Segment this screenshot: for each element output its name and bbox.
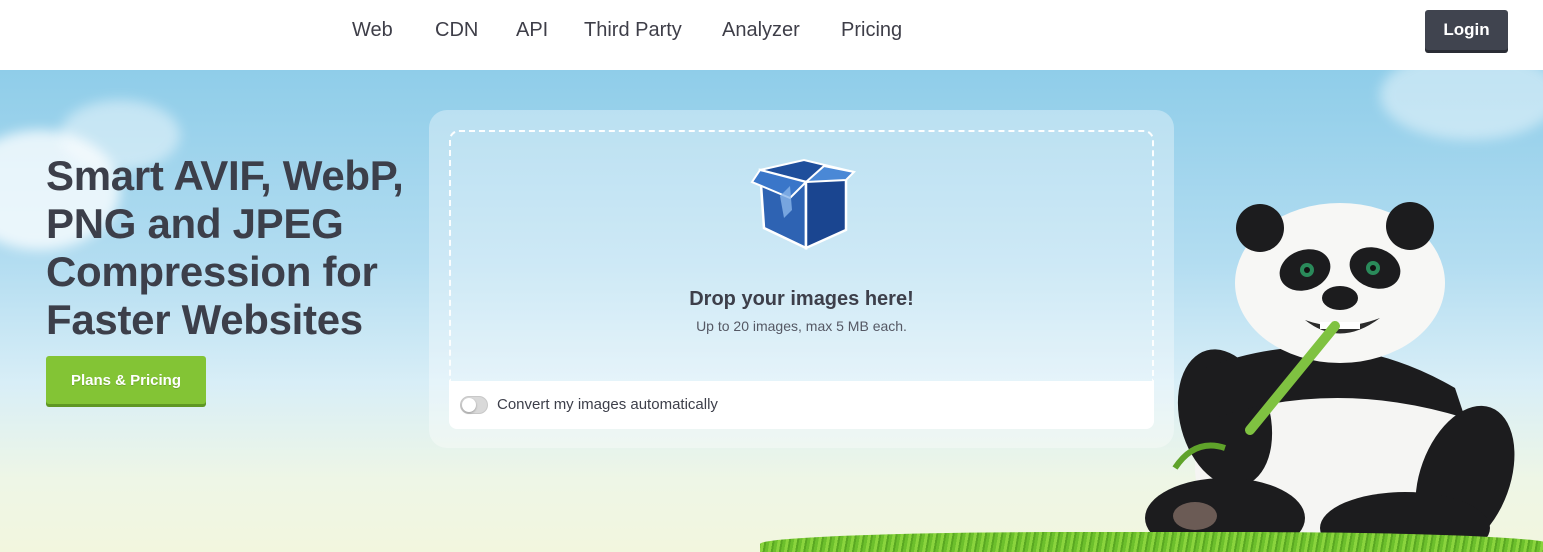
headline-line: Faster Websites xyxy=(46,296,363,343)
cloud-decoration xyxy=(1380,70,1543,140)
login-button[interactable]: Login xyxy=(1425,10,1508,50)
top-navigation: Web CDN API Third Party Analyzer Pricing… xyxy=(0,0,1543,70)
convert-option-row: Convert my images automatically xyxy=(449,381,1154,429)
image-drop-zone[interactable]: Drop your images here! Up to 20 images, … xyxy=(449,130,1154,381)
convert-label: Convert my images automatically xyxy=(497,396,718,413)
drop-subtitle: Up to 20 images, max 5 MB each. xyxy=(696,318,907,334)
panda-mascot-icon xyxy=(1145,202,1515,552)
headline-line: Compression for xyxy=(46,248,378,295)
upload-panel: Drop your images here! Up to 20 images, … xyxy=(429,110,1174,448)
headline-line: PNG and JPEG xyxy=(46,200,344,247)
nav-link-pricing[interactable]: Pricing xyxy=(841,19,902,42)
nav-link-api[interactable]: API xyxy=(516,19,548,42)
open-box-icon xyxy=(750,158,857,250)
nav-link-third-party[interactable]: Third Party xyxy=(584,19,682,42)
convert-toggle[interactable] xyxy=(460,396,488,414)
drop-title: Drop your images here! xyxy=(689,288,914,310)
hero-section: Smart AVIF, WebP, PNG and JPEG Compressi… xyxy=(0,70,1543,552)
headline-line: Smart AVIF, WebP, xyxy=(46,152,404,199)
nav-link-web[interactable]: Web xyxy=(352,19,393,42)
nav-link-analyzer[interactable]: Analyzer xyxy=(722,19,800,42)
hero-headline: Smart AVIF, WebP, PNG and JPEG Compressi… xyxy=(46,152,416,344)
toggle-knob xyxy=(462,398,476,412)
grass-decoration xyxy=(760,532,1543,552)
plans-pricing-button[interactable]: Plans & Pricing xyxy=(46,356,206,404)
nav-link-cdn[interactable]: CDN xyxy=(435,19,478,42)
